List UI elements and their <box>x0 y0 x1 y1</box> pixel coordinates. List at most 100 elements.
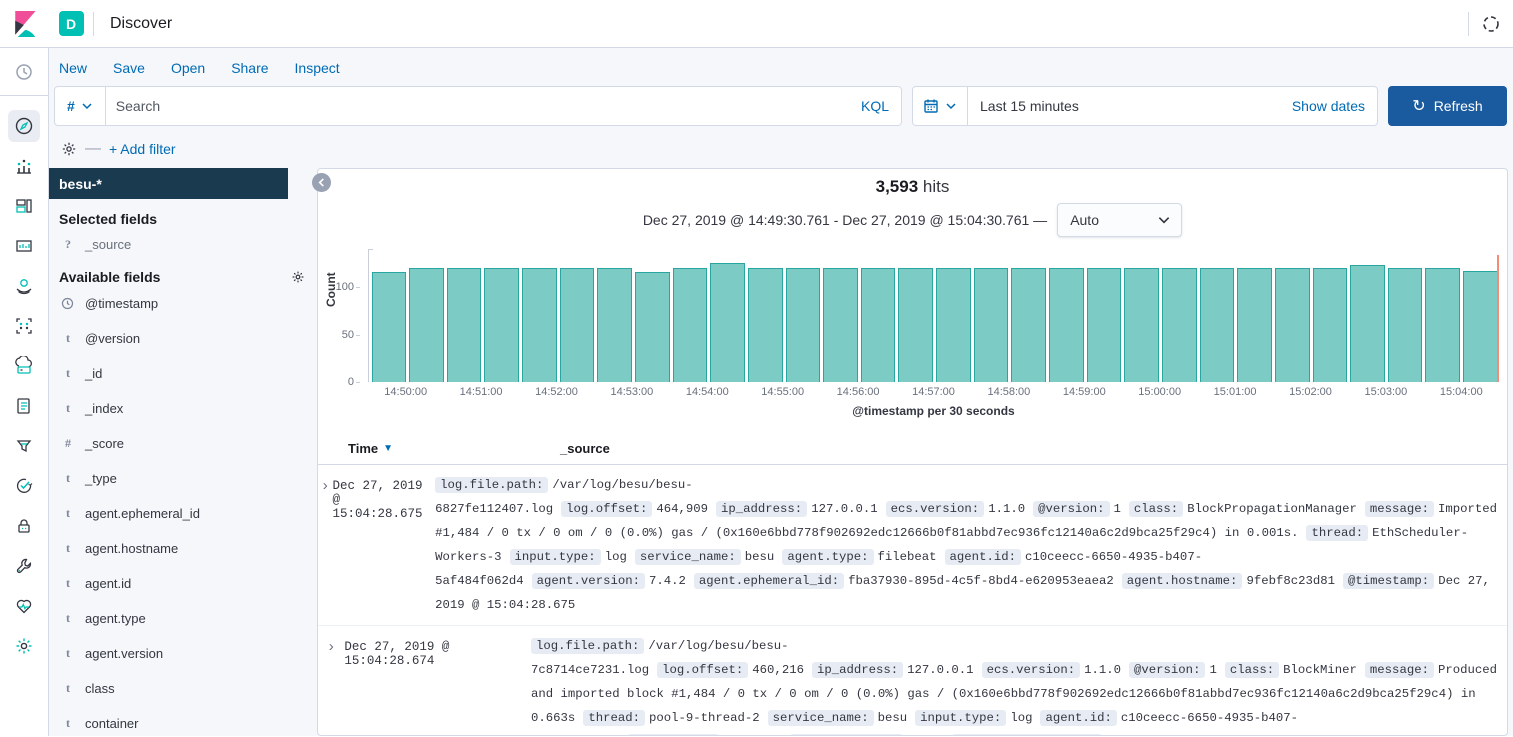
available-fields-heading: Available fields <box>59 268 307 286</box>
refresh-button[interactable]: ↻ Refresh <box>1388 86 1507 126</box>
help-menu-button[interactable] <box>1469 0 1513 47</box>
histogram-bar[interactable] <box>936 268 971 382</box>
histogram-bar[interactable] <box>1425 268 1460 382</box>
histogram-bar[interactable] <box>710 263 745 382</box>
histogram-bar[interactable] <box>1350 265 1385 382</box>
menu-save[interactable]: Save <box>113 60 145 76</box>
show-dates-button[interactable]: Show dates <box>1280 98 1377 114</box>
histogram-bar[interactable] <box>372 272 407 382</box>
histogram-bar[interactable] <box>1388 268 1423 382</box>
histogram-bar[interactable] <box>974 268 1009 382</box>
recently-viewed-button[interactable] <box>0 48 48 96</box>
menu-open[interactable]: Open <box>171 60 205 76</box>
histogram-bar[interactable] <box>484 268 519 382</box>
selected-fields-heading: Selected fields <box>59 211 307 227</box>
histogram-bar[interactable] <box>1200 268 1235 382</box>
time-column-header[interactable]: Time ▼ <box>348 441 560 456</box>
field-item-agent.hostname[interactable]: tagent.hostname <box>59 531 307 566</box>
histogram-bar[interactable] <box>1011 268 1046 382</box>
histogram-bar[interactable] <box>1087 268 1122 382</box>
field-value: 7.4.2 <box>649 574 686 588</box>
query-language-button[interactable]: KQL <box>849 98 901 114</box>
field-item-class[interactable]: tclass <box>59 671 307 706</box>
calendar-icon <box>923 98 939 114</box>
field-name: container <box>85 716 138 731</box>
nav-machine-learning[interactable] <box>8 310 40 342</box>
left-nav-rail <box>0 48 49 736</box>
filter-settings-gear-icon[interactable] <box>61 141 77 157</box>
histogram-bar[interactable] <box>560 268 595 382</box>
histogram-bar[interactable] <box>635 272 670 382</box>
collapse-sidebar-button[interactable] <box>312 173 331 192</box>
histogram-bar[interactable] <box>597 268 632 382</box>
histogram-bar[interactable] <box>1124 268 1159 382</box>
field-item-agent.id[interactable]: tagent.id <box>59 566 307 601</box>
add-filter-button[interactable]: + Add filter <box>109 141 176 157</box>
histogram-bar[interactable] <box>1275 268 1310 382</box>
field-value: 1.1.0 <box>1084 663 1121 677</box>
field-item-_id[interactable]: t_id <box>59 356 307 391</box>
field-type-icon: t <box>61 646 75 661</box>
field-badge: agent.ephemeral_id: <box>952 734 1102 735</box>
nav-dashboard[interactable] <box>8 190 40 222</box>
expand-row-icon[interactable]: › <box>318 634 344 735</box>
nav-uptime[interactable] <box>8 470 40 502</box>
field-item-_index[interactable]: t_index <box>59 391 307 426</box>
nav-siem[interactable] <box>8 510 40 542</box>
menu-new[interactable]: New <box>59 60 87 76</box>
field-name: agent.ephemeral_id <box>85 506 200 521</box>
histogram-bar[interactable] <box>748 268 783 382</box>
quick-select-menu-button[interactable] <box>913 87 968 125</box>
field-item-_score[interactable]: #_score <box>59 426 307 461</box>
field-item-agent.version[interactable]: t agent.version <box>59 636 307 671</box>
histogram-bar[interactable] <box>1162 268 1197 382</box>
field-item-@timestamp[interactable]: @timestamp <box>59 286 307 321</box>
histogram-bar[interactable] <box>786 268 821 382</box>
histogram-bar[interactable] <box>898 268 933 382</box>
menu-share[interactable]: Share <box>231 60 268 76</box>
field-item-@version[interactable]: t@version <box>59 321 307 356</box>
interval-select[interactable]: Auto <box>1057 203 1182 237</box>
time-range-button[interactable]: Last 15 minutes <box>968 98 1280 114</box>
index-pattern-selector[interactable]: besu-* <box>49 168 288 199</box>
histogram-bar[interactable] <box>447 268 482 382</box>
field-item-agent.type[interactable]: tagent.type <box>59 601 307 636</box>
search-input[interactable] <box>106 98 849 114</box>
menu-inspect[interactable]: Inspect <box>295 60 340 76</box>
nav-discover[interactable] <box>8 110 40 142</box>
saved-query-menu-button[interactable]: # <box>55 87 106 125</box>
histogram-bar[interactable] <box>673 268 708 382</box>
histogram-bar[interactable] <box>522 268 557 382</box>
available-fields-list: @timestampt@versiont_idt_index#_scoret_t… <box>59 286 307 737</box>
histogram-bar[interactable] <box>1049 268 1084 382</box>
field-name: _index <box>85 401 123 416</box>
kibana-logo[interactable] <box>0 0 49 47</box>
nav-visualize[interactable] <box>8 150 40 182</box>
nav-apm[interactable] <box>8 430 40 462</box>
histogram-bar[interactable] <box>861 268 896 382</box>
histogram-bar[interactable] <box>1237 268 1272 382</box>
nav-dev-tools[interactable] <box>8 550 40 582</box>
x-tick-label: 14:52:00 <box>535 386 578 398</box>
field-item-_source[interactable]: ?_source <box>59 227 307 262</box>
nav-canvas[interactable] <box>8 230 40 262</box>
histogram-bar[interactable] <box>1313 268 1348 382</box>
field-item-container[interactable]: tcontainer <box>59 706 307 737</box>
field-item-agent.ephemeral_id[interactable]: tagent.ephemeral_id <box>59 496 307 531</box>
nav-management[interactable] <box>8 630 40 662</box>
histogram-bar[interactable] <box>823 268 858 382</box>
expand-row-icon[interactable]: › <box>318 473 333 617</box>
nav-logs[interactable] <box>8 390 40 422</box>
uptime-icon <box>14 476 34 496</box>
machine-learning-icon <box>14 316 34 336</box>
histogram-bar[interactable] <box>1463 271 1498 382</box>
field-value: 464,909 <box>656 502 708 516</box>
field-name: agent.version <box>85 646 163 661</box>
nav-stack-monitoring[interactable] <box>8 590 40 622</box>
app-badge[interactable]: D <box>49 0 93 47</box>
field-settings-button[interactable] <box>289 268 307 286</box>
nav-maps[interactable] <box>8 270 40 302</box>
nav-metrics[interactable] <box>8 350 40 382</box>
field-item-_type[interactable]: t_type <box>59 461 307 496</box>
histogram-bar[interactable] <box>409 268 444 382</box>
